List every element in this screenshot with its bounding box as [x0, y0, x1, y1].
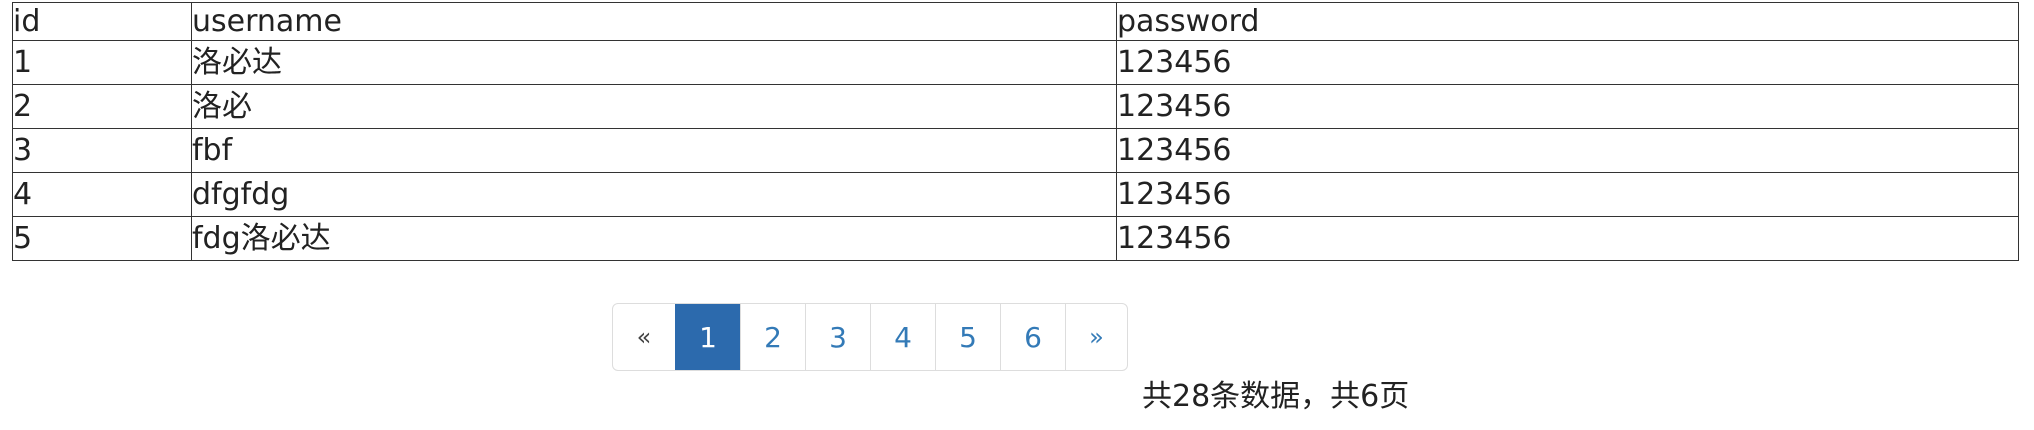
table-row: 3 fbf 123456	[12, 128, 2019, 173]
page-4-button[interactable]: 4	[870, 304, 935, 370]
table-row: 5 fdg洛必达 123456	[12, 216, 2019, 261]
page-1-button[interactable]: 1	[675, 304, 740, 370]
cell-username: 洛必达	[191, 40, 1117, 85]
cell-id: 4	[12, 172, 192, 217]
cell-id: 1	[12, 40, 192, 85]
cell-password: 123456	[1116, 84, 2019, 129]
cell-username: 洛必	[191, 84, 1117, 129]
cell-username: fbf	[191, 128, 1117, 173]
table-row: 1 洛必达 123456	[12, 40, 2019, 85]
cell-username: fdg洛必达	[191, 216, 1117, 261]
prev-page-button[interactable]: «	[613, 304, 675, 370]
table-row: 2 洛必 123456	[12, 84, 2019, 129]
cell-password: 123456	[1116, 172, 2019, 217]
cell-password: 123456	[1116, 216, 2019, 261]
record-summary: 共28条数据，共6页	[1142, 379, 1410, 414]
page-5-button[interactable]: 5	[935, 304, 1000, 370]
page-2-button[interactable]: 2	[740, 304, 805, 370]
user-table: id username password 1 洛必达 123456 2 洛必 1…	[12, 2, 2019, 261]
table-header-row: id username password	[12, 2, 2019, 41]
cell-id: 3	[12, 128, 192, 173]
next-page-button[interactable]: »	[1065, 304, 1127, 370]
header-id: id	[12, 2, 192, 41]
cell-id: 2	[12, 84, 192, 129]
cell-username: dfgfdg	[191, 172, 1117, 217]
cell-password: 123456	[1116, 128, 2019, 173]
page-6-button[interactable]: 6	[1000, 304, 1065, 370]
pagination: « 1 2 3 4 5 6 »	[612, 303, 1128, 371]
header-password: password	[1116, 2, 2019, 41]
page-3-button[interactable]: 3	[805, 304, 870, 370]
cell-password: 123456	[1116, 40, 2019, 85]
header-username: username	[191, 2, 1117, 41]
table-row: 4 dfgfdg 123456	[12, 172, 2019, 217]
cell-id: 5	[12, 216, 192, 261]
